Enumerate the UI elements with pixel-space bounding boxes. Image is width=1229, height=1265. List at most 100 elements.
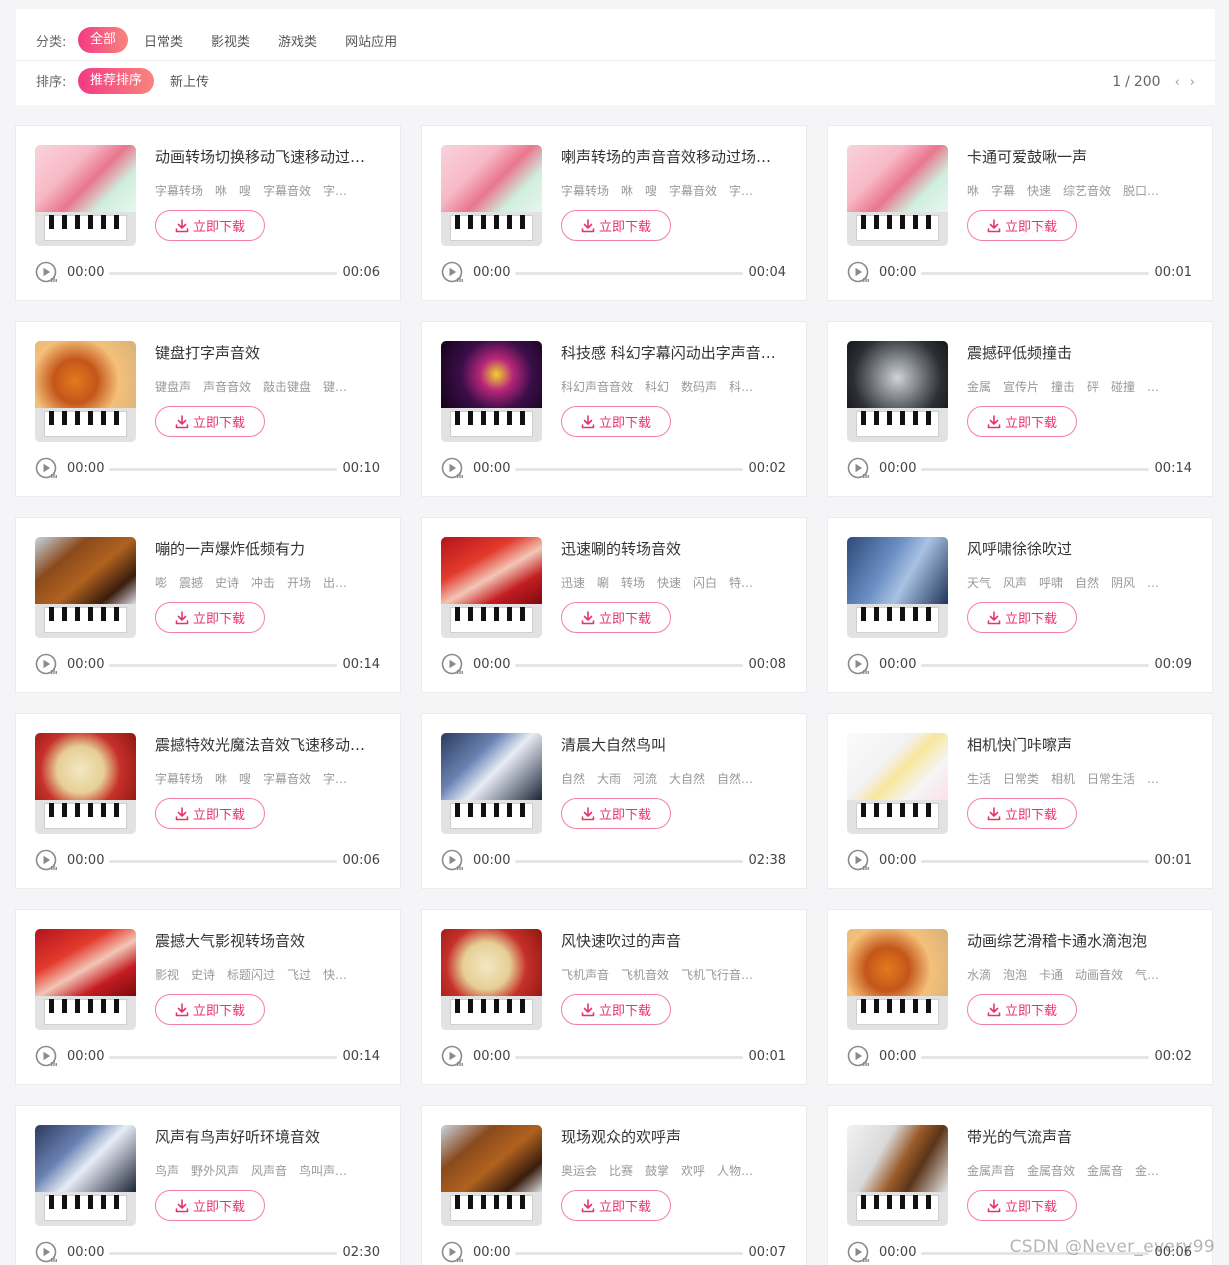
next-page-icon[interactable]: › [1190, 75, 1195, 90]
cover-thumbnail[interactable] [35, 341, 136, 442]
progress-track[interactable] [109, 1056, 337, 1059]
progress-track[interactable] [109, 1252, 337, 1255]
progress-track[interactable] [515, 1056, 743, 1059]
progress-track[interactable] [921, 860, 1149, 863]
cover-thumbnail[interactable] [35, 1125, 136, 1226]
progress-track[interactable] [515, 664, 743, 667]
sound-title[interactable]: 科技感 科幻字幕闪动出字声音… [561, 342, 789, 363]
sound-title[interactable]: 嘣的一声爆炸低频有力 [155, 538, 383, 559]
category-daily[interactable]: 日常类 [144, 31, 183, 50]
play-icon[interactable] [35, 457, 59, 481]
download-button[interactable]: 立即下载 [155, 602, 265, 633]
category-game[interactable]: 游戏类 [278, 31, 317, 50]
play-icon[interactable] [847, 457, 871, 481]
download-button[interactable]: 立即下载 [561, 210, 671, 241]
download-button[interactable]: 立即下载 [155, 994, 265, 1025]
progress-track[interactable] [921, 272, 1149, 275]
download-button[interactable]: 立即下载 [967, 1190, 1077, 1221]
download-button[interactable]: 立即下载 [561, 1190, 671, 1221]
download-button[interactable]: 立即下载 [967, 994, 1077, 1025]
play-icon[interactable] [847, 653, 871, 677]
cover-thumbnail[interactable] [847, 537, 948, 638]
progress-track[interactable] [109, 272, 337, 275]
sound-title[interactable]: 风快速吹过的声音 [561, 930, 789, 951]
play-icon[interactable] [847, 1241, 871, 1265]
cover-thumbnail[interactable] [35, 733, 136, 834]
sound-title[interactable]: 现场观众的欢呼声 [561, 1126, 789, 1147]
progress-track[interactable] [921, 664, 1149, 667]
sound-title[interactable]: 震撼砰低频撞击 [967, 342, 1195, 363]
play-icon[interactable] [441, 653, 465, 677]
sound-title[interactable]: 震撼大气影视转场音效 [155, 930, 383, 951]
download-button[interactable]: 立即下载 [155, 1190, 265, 1221]
sound-title[interactable]: 迅速唰的转场音效 [561, 538, 789, 559]
play-icon[interactable] [847, 849, 871, 873]
cover-thumbnail[interactable] [847, 341, 948, 442]
cover-thumbnail[interactable] [441, 1125, 542, 1226]
category-all-pill[interactable]: 全部 [78, 27, 129, 53]
cover-thumbnail[interactable] [441, 537, 542, 638]
cover-thumbnail[interactable] [847, 1125, 948, 1226]
progress-track[interactable] [515, 1252, 743, 1255]
sound-title[interactable]: 相机快门咔嚓声 [967, 734, 1195, 755]
download-button[interactable]: 立即下载 [561, 602, 671, 633]
play-icon[interactable] [35, 1045, 59, 1069]
play-icon[interactable] [441, 1045, 465, 1069]
cover-thumbnail[interactable] [847, 929, 948, 1030]
progress-track[interactable] [921, 468, 1149, 471]
play-icon[interactable] [441, 849, 465, 873]
download-button[interactable]: 立即下载 [561, 406, 671, 437]
play-icon[interactable] [35, 1241, 59, 1265]
progress-track[interactable] [109, 664, 337, 667]
sound-title[interactable]: 动画综艺滑稽卡通水滴泡泡 [967, 930, 1195, 951]
sound-title[interactable]: 清晨大自然鸟叫 [561, 734, 789, 755]
sound-title[interactable]: 风呼啸徐徐吹过 [967, 538, 1195, 559]
cover-image [441, 341, 542, 408]
progress-track[interactable] [515, 860, 743, 863]
sound-title[interactable]: 风声有鸟声好听环境音效 [155, 1126, 383, 1147]
cover-thumbnail[interactable] [35, 537, 136, 638]
play-icon[interactable] [35, 261, 59, 285]
cover-thumbnail[interactable] [847, 733, 948, 834]
progress-track[interactable] [109, 468, 337, 471]
cover-thumbnail[interactable] [441, 341, 542, 442]
sort-newest[interactable]: 新上传 [170, 71, 209, 90]
sound-title[interactable]: 带光的气流声音 [967, 1126, 1195, 1147]
sound-tags: 金属 宣传片 撞击 砰 碰撞 … [967, 380, 1160, 394]
download-button[interactable]: 立即下载 [155, 798, 265, 829]
sound-title[interactable]: 卡通可爱鼓啾一声 [967, 146, 1195, 167]
play-icon[interactable] [441, 261, 465, 285]
play-icon[interactable] [35, 849, 59, 873]
progress-track[interactable] [109, 860, 337, 863]
category-film[interactable]: 影视类 [211, 31, 250, 50]
download-button[interactable]: 立即下载 [967, 602, 1077, 633]
sound-title[interactable]: 震撼特效光魔法音效飞速移动… [155, 734, 383, 755]
sound-title[interactable]: 动画转场切换移动飞速移动过… [155, 146, 383, 167]
category-web-app[interactable]: 网站应用 [345, 31, 397, 50]
cover-thumbnail[interactable] [441, 145, 542, 246]
progress-track[interactable] [515, 468, 743, 471]
play-icon[interactable] [847, 1045, 871, 1069]
download-button[interactable]: 立即下载 [155, 210, 265, 241]
play-icon[interactable] [441, 1241, 465, 1265]
sort-recommended-pill[interactable]: 推荐排序 [78, 67, 155, 94]
cover-thumbnail[interactable] [441, 733, 542, 834]
play-icon[interactable] [847, 261, 871, 285]
download-button[interactable]: 立即下载 [967, 406, 1077, 437]
sound-title[interactable]: 喇声转场的声音音效移动过场… [561, 146, 789, 167]
cover-thumbnail[interactable] [35, 145, 136, 246]
download-button[interactable]: 立即下载 [155, 406, 265, 437]
download-button[interactable]: 立即下载 [561, 798, 671, 829]
download-button[interactable]: 立即下载 [967, 798, 1077, 829]
prev-page-icon[interactable]: ‹ [1175, 75, 1180, 90]
progress-track[interactable] [921, 1056, 1149, 1059]
cover-thumbnail[interactable] [441, 929, 542, 1030]
play-icon[interactable] [35, 653, 59, 677]
play-icon[interactable] [441, 457, 465, 481]
progress-track[interactable] [515, 272, 743, 275]
download-button[interactable]: 立即下载 [967, 210, 1077, 241]
download-button[interactable]: 立即下载 [561, 994, 671, 1025]
cover-thumbnail[interactable] [847, 145, 948, 246]
sound-title[interactable]: 键盘打字声音效 [155, 342, 383, 363]
cover-thumbnail[interactable] [35, 929, 136, 1030]
